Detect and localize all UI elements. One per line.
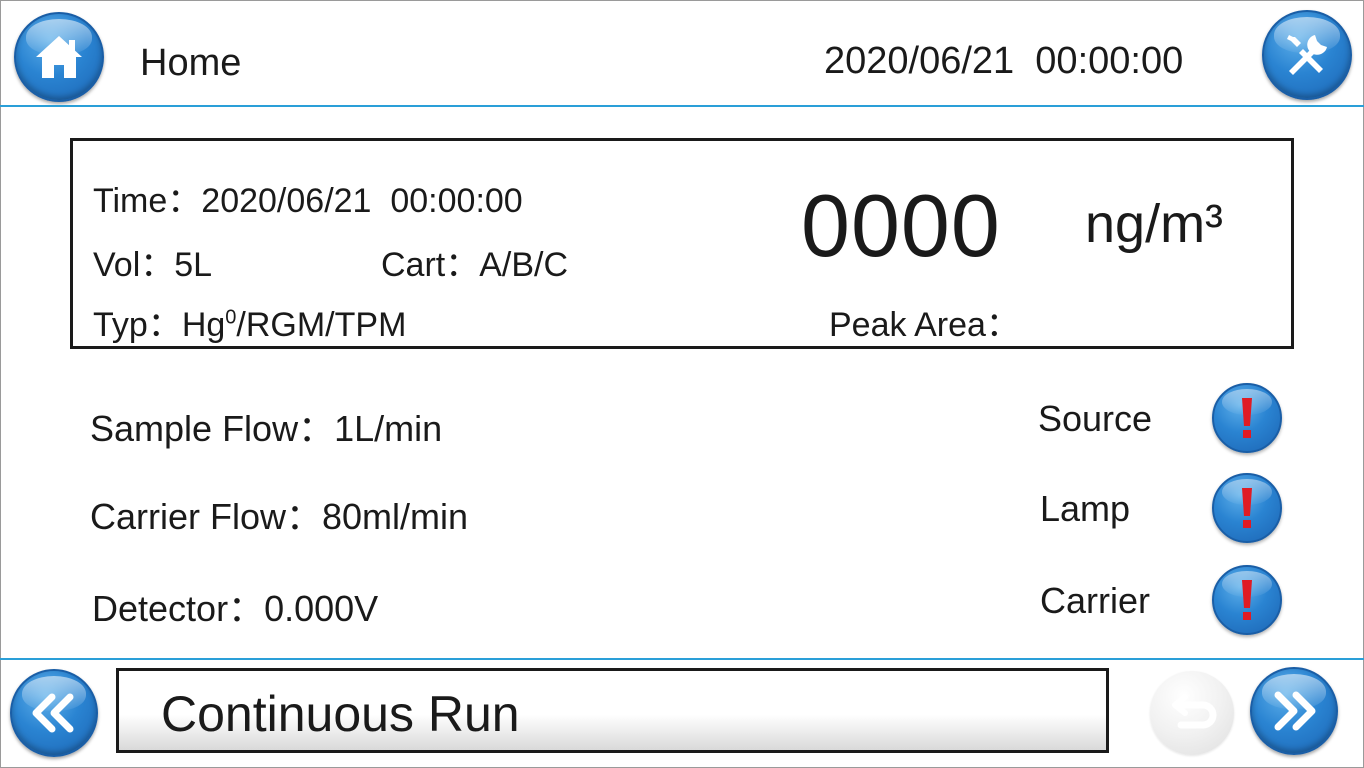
exclamation-icon [1242, 398, 1252, 438]
exclamation-icon [1242, 488, 1252, 528]
time-label: Time： [93, 182, 202, 220]
typ-value-suffix: /RGM/TPM [236, 306, 407, 344]
double-chevron-left-icon [32, 693, 74, 733]
next-button[interactable] [1250, 667, 1338, 755]
mode-label: Continuous Run [161, 686, 520, 742]
return-icon [1172, 694, 1217, 729]
cart-label: Cart： [381, 246, 480, 284]
detector-value: 0.000V [264, 588, 379, 629]
double-chevron-right-icon [1274, 691, 1316, 731]
vol-row: Vol：5L [93, 237, 212, 286]
time-row: Time：2020/06/21 00:00:00 [93, 173, 523, 222]
return-button[interactable] [1150, 671, 1234, 755]
home-icon [36, 36, 82, 78]
typ-row: Typ：Hg0/RGM/TPM [93, 297, 406, 346]
typ-label: Typ： [93, 306, 182, 344]
carrier-status-label: Carrier [1040, 580, 1151, 621]
carrier-status-indicator[interactable] [1212, 565, 1282, 635]
footer-divider [0, 658, 1364, 660]
measurement-panel: Time：2020/06/21 00:00:00 Vol：5L Cart：A/B… [70, 138, 1294, 349]
time-value: 2020/06/21 00:00:00 [201, 182, 523, 220]
exclamation-icon [1242, 580, 1252, 620]
vol-label: Vol： [93, 246, 175, 284]
header-datetime: 2020/06/21 00:00:00 [824, 40, 1184, 82]
concentration-value: 0000 [801, 176, 1001, 275]
header-divider [0, 105, 1364, 107]
cart-value: A/B/C [479, 246, 569, 284]
peak-area-label: Peak Area： [829, 306, 1020, 344]
previous-button[interactable] [10, 669, 98, 757]
mode-display[interactable]: Continuous Run [116, 668, 1109, 753]
source-status-label: Source [1038, 398, 1153, 439]
detector-label: Detector： [92, 588, 265, 629]
sample-flow-row: Sample Flow：1L/min [90, 400, 442, 452]
sample-flow-value: 1L/min [334, 408, 443, 449]
vol-value: 5L [174, 246, 213, 284]
page-title: Home [140, 42, 242, 84]
lamp-status-indicator[interactable] [1212, 473, 1282, 543]
carrier-flow-value: 80ml/min [322, 496, 469, 537]
cart-row: Cart：A/B/C [381, 237, 568, 286]
screen-frame [0, 0, 1364, 768]
carrier-flow-row: Carrier Flow：80ml/min [90, 488, 468, 540]
carrier-flow-label: Carrier Flow： [90, 496, 323, 537]
sample-flow-label: Sample Flow： [90, 408, 335, 449]
tools-icon [1287, 35, 1327, 75]
concentration-unit: ng/m³ [1085, 194, 1224, 254]
typ-value-superscript: 0 [225, 306, 237, 329]
typ-value-prefix: Hg [181, 306, 226, 344]
settings-button[interactable] [1262, 10, 1352, 100]
detector-row: Detector：0.000V [92, 580, 378, 632]
source-status-indicator[interactable] [1212, 383, 1282, 453]
lamp-status-label: Lamp [1040, 488, 1131, 529]
home-button[interactable] [14, 12, 104, 102]
